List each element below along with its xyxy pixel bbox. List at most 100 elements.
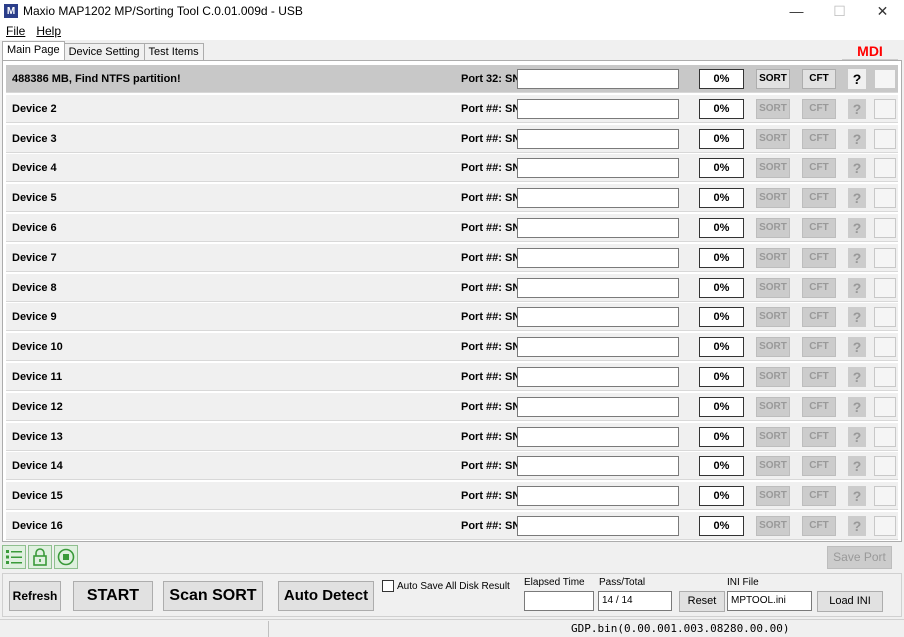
cft-button[interactable]: CFT (802, 337, 836, 358)
serial-number-field[interactable] (517, 337, 679, 358)
cft-button[interactable]: CFT (802, 69, 836, 89)
menu-help[interactable]: Help (30, 24, 66, 38)
serial-number-field[interactable] (517, 426, 679, 447)
scan-sort-button[interactable]: Scan SORT (163, 581, 263, 611)
status-indicator (874, 456, 896, 477)
serial-number-field[interactable] (517, 218, 679, 238)
cft-button[interactable]: CFT (802, 218, 836, 238)
refresh-button[interactable]: Refresh (9, 581, 61, 611)
help-icon[interactable]: ? (848, 128, 866, 149)
sort-button[interactable]: SORT (756, 396, 790, 417)
sort-button[interactable]: SORT (756, 218, 790, 238)
serial-number-field[interactable] (517, 277, 679, 298)
auto-save-checkbox[interactable] (382, 580, 394, 592)
help-icon[interactable]: ? (848, 188, 866, 209)
stop-icon[interactable] (54, 545, 78, 569)
device-row: Device 8 Port ##: SN 0% SORT CFT? (6, 273, 898, 302)
help-icon[interactable]: ? (848, 456, 866, 477)
serial-number-field[interactable] (517, 367, 679, 387)
serial-number-field[interactable] (517, 516, 679, 536)
tab-main-page[interactable]: Main Page (2, 41, 65, 60)
help-icon[interactable]: ? (848, 367, 866, 387)
list-icon[interactable] (2, 545, 26, 569)
cft-button[interactable]: CFT (802, 247, 836, 268)
sort-button[interactable]: SORT (756, 456, 790, 477)
sort-button[interactable]: SORT (756, 128, 790, 149)
help-icon[interactable]: ? (848, 158, 866, 179)
status-indicator (874, 277, 896, 298)
help-icon[interactable]: ? (848, 247, 866, 268)
minimize-button[interactable]: — (775, 0, 818, 22)
reset-button[interactable]: Reset (679, 591, 725, 612)
cft-button[interactable]: CFT (802, 277, 836, 298)
cft-button[interactable]: CFT (802, 367, 836, 387)
help-icon[interactable]: ? (848, 426, 866, 447)
cft-button[interactable]: CFT (802, 516, 836, 536)
device-name: Device 3 (12, 132, 57, 145)
auto-save-label: Auto Save All Disk Result (397, 580, 510, 592)
serial-number-field[interactable] (517, 188, 679, 209)
sort-button[interactable]: SORT (756, 158, 790, 179)
device-row: Device 15 Port ##: SN 0% SORT CFT? (6, 482, 898, 511)
port-sn-label: Port ##: SN (461, 371, 521, 383)
port-sn-label: Port ##: SN (461, 311, 521, 324)
cft-button[interactable]: CFT (802, 396, 836, 417)
cft-button[interactable]: CFT (802, 158, 836, 179)
help-icon[interactable]: ? (848, 337, 866, 358)
help-icon[interactable]: ? (848, 98, 866, 119)
save-port-button[interactable]: Save Port (827, 546, 892, 569)
sort-button[interactable]: SORT (756, 337, 790, 358)
cft-button[interactable]: CFT (802, 128, 836, 149)
tab-test-items[interactable]: Test Items (143, 43, 204, 60)
maximize-button[interactable]: ☐ (818, 0, 861, 22)
port-sn-label: Port ##: SN (461, 281, 521, 294)
cft-button[interactable]: CFT (802, 456, 836, 477)
cft-button[interactable]: CFT (802, 486, 836, 507)
progress-percent: 0% (699, 337, 744, 358)
sort-button[interactable]: SORT (756, 247, 790, 268)
help-icon[interactable]: ? (848, 69, 866, 89)
auto-detect-button[interactable]: Auto Detect (278, 581, 374, 611)
cft-button[interactable]: CFT (802, 426, 836, 447)
tab-device-setting[interactable]: Device Setting (63, 43, 145, 60)
start-button[interactable]: START (73, 581, 153, 611)
sort-button[interactable]: SORT (756, 188, 790, 209)
help-icon[interactable]: ? (848, 277, 866, 298)
elapsed-time-field (524, 591, 594, 611)
device-row: Device 12 Port ##: SN 0% SORT CFT? (6, 392, 898, 421)
sort-button[interactable]: SORT (756, 69, 790, 89)
status-indicator (874, 247, 896, 268)
help-icon[interactable]: ? (848, 486, 866, 507)
sort-button[interactable]: SORT (756, 367, 790, 387)
serial-number-field[interactable] (517, 128, 679, 149)
auto-save-checkbox-group[interactable]: Auto Save All Disk Result (382, 580, 510, 592)
sort-button[interactable]: SORT (756, 277, 790, 298)
serial-number-field[interactable] (517, 307, 679, 328)
lock-icon[interactable] (28, 545, 52, 569)
cft-button[interactable]: CFT (802, 307, 836, 328)
sort-button[interactable]: SORT (756, 98, 790, 119)
sort-button[interactable]: SORT (756, 486, 790, 507)
serial-number-field[interactable] (517, 486, 679, 507)
serial-number-field[interactable] (517, 456, 679, 477)
cft-button[interactable]: CFT (802, 98, 836, 119)
cft-button[interactable]: CFT (802, 188, 836, 209)
serial-number-field[interactable] (517, 158, 679, 179)
menu-file[interactable]: File (0, 24, 30, 38)
help-icon[interactable]: ? (848, 218, 866, 238)
help-icon[interactable]: ? (848, 516, 866, 536)
serial-number-field[interactable] (517, 69, 679, 89)
serial-number-field[interactable] (517, 247, 679, 268)
help-icon[interactable]: ? (848, 396, 866, 417)
load-ini-button[interactable]: Load INI (817, 591, 883, 612)
serial-number-field[interactable] (517, 396, 679, 417)
sort-button[interactable]: SORT (756, 426, 790, 447)
serial-number-field[interactable] (517, 98, 679, 119)
help-icon[interactable]: ? (848, 307, 866, 328)
sort-button[interactable]: SORT (756, 307, 790, 328)
title-bar: M Maxio MAP1202 MP/Sorting Tool C.0.01.0… (0, 0, 904, 22)
sort-button[interactable]: SORT (756, 516, 790, 536)
mdi-label: MDI (842, 43, 898, 60)
ini-file-field[interactable]: MPTOOL.ini (727, 591, 812, 611)
close-button[interactable]: ✕ (861, 0, 904, 22)
